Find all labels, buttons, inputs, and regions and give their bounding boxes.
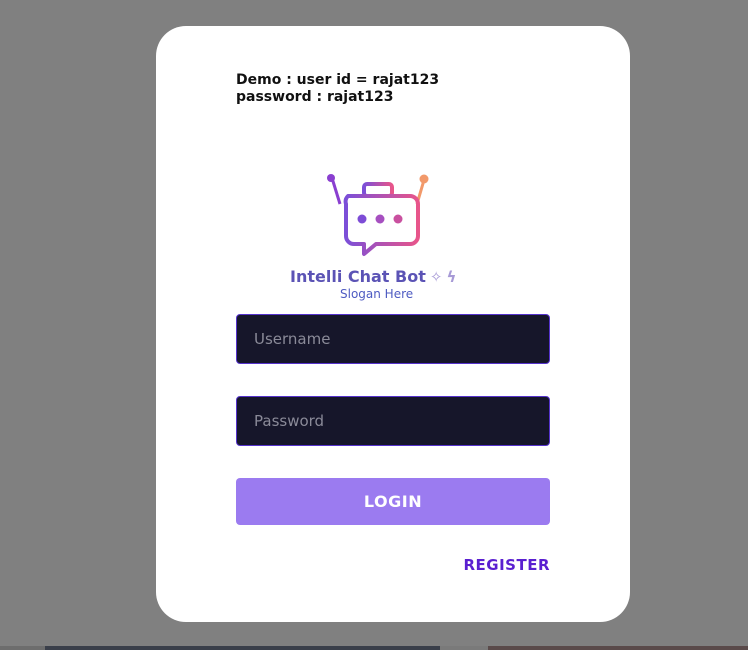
demo-password-text: password : rajat123 bbox=[236, 89, 394, 105]
username-input[interactable] bbox=[236, 314, 550, 364]
brand-slogan: Slogan Here bbox=[340, 287, 414, 301]
sparkle-icon: ✧ bbox=[429, 267, 443, 286]
bottom-strip bbox=[0, 646, 748, 650]
login-button[interactable]: LOGIN bbox=[236, 478, 550, 525]
brand-name: Intelli Chat Bot ✧ ϟ bbox=[290, 267, 456, 286]
password-input[interactable] bbox=[236, 396, 550, 446]
login-card: Demo : user id = rajat123 password : raj… bbox=[156, 26, 630, 622]
robot-chat-icon bbox=[327, 174, 429, 256]
register-link[interactable]: REGISTER bbox=[463, 556, 550, 574]
brand-name-text: Intelli Chat Bot bbox=[290, 267, 426, 286]
page-body: { "demo": { "line1": "Demo : user id = r… bbox=[0, 0, 748, 650]
app-logo: Intelli Chat Bot ✧ ϟ Slogan Here bbox=[156, 174, 630, 306]
demo-credentials: Demo : user id = rajat123 password : raj… bbox=[236, 72, 439, 106]
lightning-icon: ϟ bbox=[446, 267, 457, 286]
demo-userid-text: Demo : user id = rajat123 bbox=[236, 72, 440, 88]
